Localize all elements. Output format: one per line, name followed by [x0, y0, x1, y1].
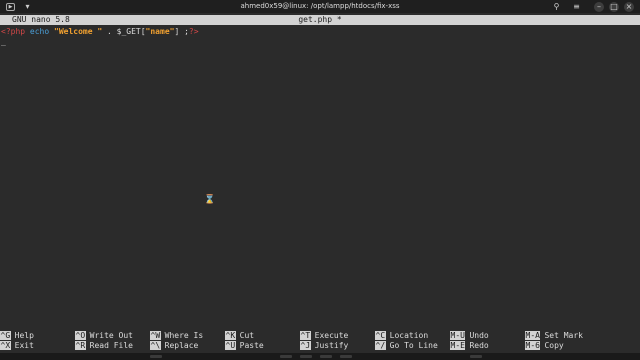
nano-filename: get.php *: [298, 15, 342, 24]
shortcut-undo[interactable]: M-U Undo: [450, 331, 489, 341]
shortcut-go-to-line[interactable]: ^/Go To Line: [375, 341, 438, 351]
string-name: "name": [145, 27, 175, 36]
shortcut-paste[interactable]: ^U Paste: [225, 341, 264, 351]
php-open-tag: <?php: [1, 27, 26, 36]
shortcut-where-is[interactable]: ^W Where Is: [150, 331, 203, 341]
minimize-icon[interactable]: –: [594, 1, 604, 12]
shortcut-write-out[interactable]: ^O Write Out: [75, 331, 133, 341]
shortcut-exit[interactable]: ^X Exit: [0, 341, 34, 351]
shortcut-help[interactable]: ^G Help: [0, 331, 34, 341]
maximize-icon[interactable]: □: [609, 1, 619, 12]
close-icon[interactable]: ×: [624, 1, 634, 12]
shortcut-redo[interactable]: M-E Redo: [450, 341, 489, 351]
taskbar-strip: [0, 353, 640, 360]
nano-shortcuts: ^G Help ^X Exit ^O Write Out ^R Read File ^W…: [0, 331, 640, 353]
echo-keyword: echo: [29, 27, 50, 36]
window-title: ahmed0x59@linux: /opt/lampp/htdocs/fix-x…: [240, 2, 400, 10]
shortcut-execute[interactable]: ^T Execute: [300, 331, 348, 341]
statement-end: ] ;: [174, 27, 189, 36]
taskbar-item[interactable]: [150, 355, 162, 358]
php-close-tag: ?>: [188, 27, 199, 36]
taskbar-item[interactable]: [470, 355, 482, 358]
string-welcome: "Welcome ": [54, 27, 103, 36]
taskbar-item[interactable]: [320, 355, 332, 358]
shortcut-replace[interactable]: ^\ Replace: [150, 341, 198, 351]
editor-area[interactable]: <?php echo "Welcome " . $_GET["name"] ;?…: [0, 26, 640, 326]
shortcut-copy[interactable]: M-6 Copy: [525, 341, 564, 351]
concat-operator: .: [102, 27, 117, 36]
taskbar-item[interactable]: [280, 355, 292, 358]
ibeam-cursor-icon: ⌛: [204, 195, 216, 205]
menu-icon[interactable]: ≡: [571, 1, 582, 12]
shortcut-set-mark[interactable]: M-A Set Mark: [525, 331, 583, 341]
shortcut-location[interactable]: ^C Location: [375, 331, 428, 341]
shortcut-justify[interactable]: ^J Justify: [300, 341, 348, 351]
taskbar-item[interactable]: [300, 355, 312, 358]
text-cursor: _: [1, 37, 6, 46]
code-line-1[interactable]: <?php echo "Welcome " . $_GET["name"] ;?…: [1, 27, 199, 37]
window-titlebar: ▶ ▾ ahmed0x59@linux: /opt/lampp/htdocs/f…: [0, 0, 640, 13]
taskbar-item[interactable]: [340, 355, 352, 358]
search-icon[interactable]: ⚲: [551, 1, 562, 12]
shortcut-read-file[interactable]: ^R Read File: [75, 341, 133, 351]
nano-header-bar: GNU nano 5.8 get.php *: [0, 15, 640, 25]
shortcut-cut[interactable]: ^K Cut: [225, 331, 254, 341]
get-variable: $_GET[: [116, 27, 146, 36]
